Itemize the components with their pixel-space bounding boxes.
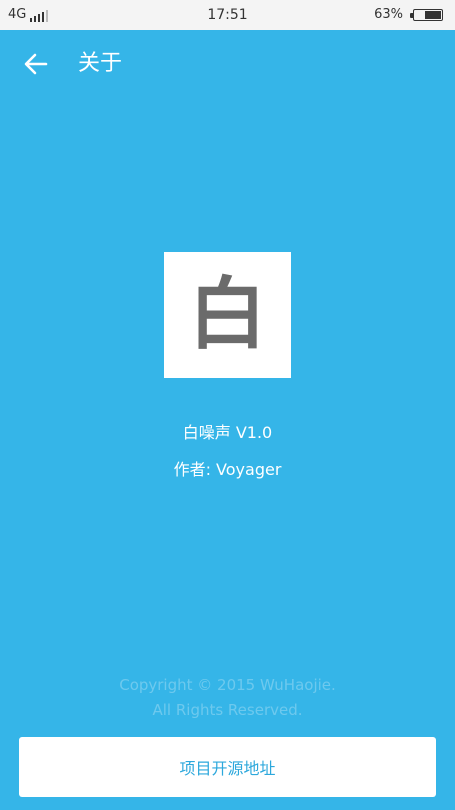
status-bar: 4G 17:51 63% <box>0 0 455 30</box>
page-title: 关于 <box>78 51 123 76</box>
logo-glyph: 白 <box>188 270 267 360</box>
back-button[interactable] <box>22 50 50 78</box>
copyright-notice: Copyright © 2015 WuHaojie. All Rights Re… <box>0 673 455 723</box>
battery-percent: 63% <box>374 7 403 22</box>
copyright-line-1: Copyright © 2015 WuHaojie. <box>119 676 336 694</box>
author-label: 作者: Voyager <box>173 460 282 479</box>
app-name-version: 白噪声 V1.0 <box>182 423 273 442</box>
app-logo: 白 <box>164 252 291 378</box>
battery-icon <box>410 8 443 21</box>
copyright-line-2: All Rights Reserved. <box>152 701 303 719</box>
app-bar: 关于 <box>0 30 455 100</box>
open-source-repo-button[interactable]: 项目开源地址 <box>19 737 436 797</box>
